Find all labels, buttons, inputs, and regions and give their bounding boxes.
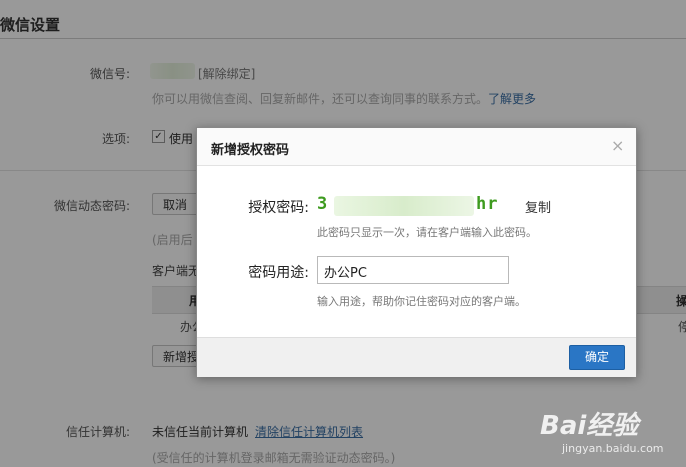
auth-password-label: 授权密码: — [248, 200, 309, 216]
confirm-button[interactable]: 确定 — [569, 345, 625, 370]
close-icon[interactable]: × — [611, 136, 624, 155]
dialog-title: 新增授权密码 — [211, 143, 290, 158]
auth-password-end: hr — [476, 194, 499, 214]
auth-password-blurred — [334, 196, 474, 216]
add-auth-password-dialog: 新增授权密码 × 授权密码: 3 hr 复制 此密码只显示一次，请在客户端输入此… — [196, 127, 637, 377]
purpose-label: 密码用途: — [248, 265, 309, 281]
dialog-footer: 确定 — [197, 337, 636, 377]
purpose-input[interactable]: 办公PC — [317, 256, 509, 284]
auth-password-hint: 此密码只显示一次，请在客户端输入此密码。 — [317, 226, 537, 239]
copy-password-link[interactable]: 复制 — [525, 197, 551, 216]
dialog-header: 新增授权密码 × — [197, 128, 636, 166]
baidu-watermark: Bai经验 — [540, 411, 639, 441]
baidu-watermark-url: jingyan.baidu.com — [562, 442, 664, 455]
purpose-hint: 输入用途，帮助你记住密码对应的客户端。 — [317, 295, 526, 308]
auth-password-start: 3 — [317, 194, 329, 214]
